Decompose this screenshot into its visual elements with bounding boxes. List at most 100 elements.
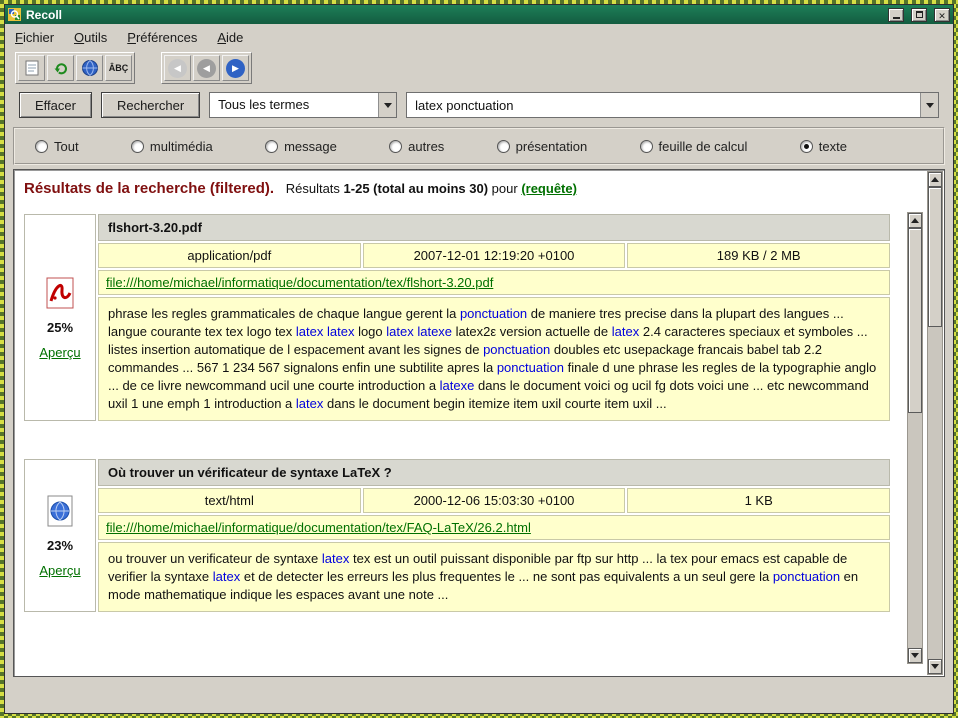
close-icon (938, 6, 946, 24)
scroll-up-button[interactable] (928, 172, 942, 187)
next-page-button[interactable] (222, 55, 249, 81)
filter-label: feuille de calcul (659, 139, 748, 154)
first-page-button[interactable] (164, 55, 191, 81)
scrollbar-track[interactable] (928, 187, 942, 659)
update-index-button[interactable] (47, 55, 74, 81)
result-main: Où trouver un vérificateur de syntaxe La… (98, 459, 890, 612)
next-page-icon (226, 59, 245, 78)
minimize-icon (893, 17, 900, 19)
chevron-down-icon[interactable] (920, 93, 938, 117)
menu-outils[interactable]: Outils (74, 30, 107, 45)
result-url-link[interactable]: file:///home/michael/informatique/docume… (106, 520, 531, 535)
filter-label: message (284, 139, 337, 154)
arrow-up-icon (911, 214, 919, 223)
preview-link[interactable]: Aperçu (39, 563, 80, 578)
result-list: 25% Aperçu flshort-3.20.pdf application/… (24, 214, 890, 674)
search-query-combobox (406, 92, 939, 118)
filter-label: présentation (516, 139, 588, 154)
document-icon (23, 59, 41, 77)
result-side-panel: 23% Aperçu (24, 459, 96, 612)
result-url-link[interactable]: file:///home/michael/informatique/docume… (106, 275, 493, 290)
radio-icon (131, 140, 144, 153)
scroll-down-button[interactable] (908, 648, 922, 663)
toolbar: ÂBÇ (6, 51, 952, 85)
clear-search-button[interactable]: Effacer (19, 92, 92, 118)
recoll-window: Recoll Fichier Outils Préférences Aide (4, 4, 954, 714)
term-explorer-button[interactable]: ÂBÇ (105, 55, 132, 81)
scrollbar-thumb[interactable] (908, 228, 922, 413)
menu-aide[interactable]: Aide (217, 30, 243, 45)
window-frame: Recoll Fichier Outils Préférences Aide (0, 0, 958, 718)
search-mode-value: Tous les termes (210, 93, 378, 117)
relevance-percent: 25% (47, 320, 73, 335)
first-page-icon (168, 59, 187, 78)
results-range: 1-25 (total au moins 30) (344, 181, 488, 196)
toolbar-main-group: ÂBÇ (15, 52, 135, 84)
result-main: flshort-3.20.pdf application/pdf 2007-12… (98, 214, 890, 421)
previous-page-icon (197, 59, 216, 78)
preview-link[interactable]: Aperçu (39, 345, 80, 360)
query-detail-link[interactable]: (requête) (521, 181, 577, 196)
result-abstract: phrase les regles grammaticales de chaqu… (98, 297, 890, 421)
relevance-percent: 23% (47, 538, 73, 553)
result-title: flshort-3.20.pdf (98, 214, 890, 241)
close-button[interactable] (934, 8, 950, 22)
radio-icon (800, 140, 813, 153)
result-date: 2000-12-06 15:03:30 +0100 (363, 488, 626, 513)
filter-radio-option[interactable]: présentation (497, 139, 588, 154)
scroll-up-button[interactable] (908, 213, 922, 228)
results-inner-scrollbar[interactable] (907, 212, 923, 664)
arrow-down-icon (931, 664, 939, 673)
filter-label: Tout (54, 139, 79, 154)
result-item: 25% Aperçu flshort-3.20.pdf application/… (24, 214, 890, 421)
html-file-icon (43, 494, 77, 528)
chevron-down-icon[interactable] (378, 93, 396, 117)
scrollbar-track[interactable] (908, 228, 922, 648)
previous-page-button[interactable] (193, 55, 220, 81)
result-item: 23% Aperçu Où trouver un vérificateur de… (24, 459, 890, 612)
pdf-file-icon (43, 276, 77, 310)
maximize-button[interactable] (911, 8, 927, 22)
filter-radio-option[interactable]: multimédia (131, 139, 213, 154)
result-mime-type: text/html (98, 488, 361, 513)
results-connector: pour (492, 181, 518, 196)
abc-icon: ÂBÇ (109, 63, 129, 73)
result-size: 189 KB / 2 MB (627, 243, 890, 268)
filter-bar: Tout multimédia message autres présentat… (13, 127, 945, 165)
search-button[interactable]: Rechercher (101, 92, 200, 118)
titlebar[interactable]: Recoll (5, 5, 953, 24)
result-info-row: text/html 2000-12-06 15:03:30 +0100 1 KB (98, 488, 890, 513)
result-size: 1 KB (627, 488, 890, 513)
result-info-row: application/pdf 2007-12-01 12:19:20 +010… (98, 243, 890, 268)
refresh-icon (52, 59, 70, 77)
result-side-panel: 25% Aperçu (24, 214, 96, 421)
arrow-down-icon (911, 653, 919, 662)
search-query-input[interactable] (407, 93, 920, 117)
menubar: Fichier Outils Préférences Aide (6, 25, 952, 49)
app-icon (8, 8, 21, 21)
results-outer-scrollbar[interactable] (927, 171, 943, 675)
filter-radio-option[interactable]: message (265, 139, 337, 154)
arrow-up-icon (931, 173, 939, 182)
radio-icon (35, 140, 48, 153)
scrollbar-thumb[interactable] (928, 187, 942, 327)
search-mode-combobox[interactable]: Tous les termes (209, 92, 397, 118)
results-area: Résultats de la recherche (filtered). Ré… (13, 169, 945, 677)
filter-radio-option[interactable]: feuille de calcul (640, 139, 748, 154)
menu-preferences[interactable]: Préférences (127, 30, 197, 45)
menu-fichier[interactable]: Fichier (15, 30, 54, 45)
filter-radio-option[interactable]: autres (389, 139, 444, 154)
result-abstract: ou trouver un verificateur de syntaxe la… (98, 542, 890, 612)
results-title: Résultats de la recherche (filtered). (24, 180, 274, 197)
scroll-down-button[interactable] (928, 659, 942, 674)
results-header: Résultats de la recherche (filtered). Ré… (14, 170, 944, 203)
minimize-button[interactable] (888, 8, 904, 22)
clear-list-button[interactable] (18, 55, 45, 81)
result-date: 2007-12-01 12:19:20 +0100 (363, 243, 626, 268)
radio-icon (497, 140, 510, 153)
globe-icon (81, 59, 99, 77)
globe-button[interactable] (76, 55, 103, 81)
filter-radio-option[interactable]: texte (800, 139, 847, 154)
filter-radio-option[interactable]: Tout (35, 139, 79, 154)
results-prefix: Résultats (286, 181, 340, 196)
